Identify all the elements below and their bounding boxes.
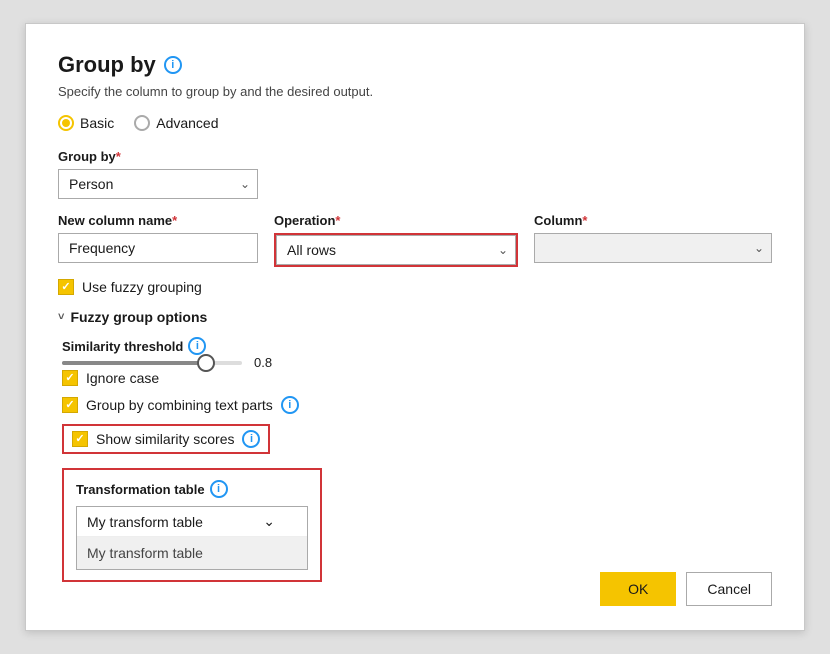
groupby-select-wrapper: Person ⌄: [58, 169, 258, 199]
show-similarity-label: Show similarity scores: [96, 431, 234, 447]
fuzzy-options-label: Fuzzy group options: [70, 309, 207, 325]
three-col-row: New column name* Operation* All rows ⌄ C…: [58, 213, 772, 267]
fuzzy-checkmark-icon: ✓: [61, 282, 70, 293]
ignore-case-checkbox[interactable]: ✓: [62, 370, 78, 386]
operation-section: Operation* All rows ⌄: [274, 213, 518, 267]
new-column-label: New column name*: [58, 213, 258, 228]
operation-highlight-border: All rows ⌄: [274, 233, 518, 267]
transformation-table-section: Transformation table i My transform tabl…: [62, 468, 322, 582]
show-similarity-checkmark-icon: ✓: [75, 434, 84, 445]
ignore-case-row: ✓ Ignore case: [62, 370, 772, 386]
group-combining-info-icon[interactable]: i: [281, 396, 299, 414]
transform-selected-value: My transform table: [87, 514, 203, 530]
radio-basic-text: Basic: [80, 115, 114, 131]
radio-advanced-label[interactable]: Advanced: [134, 115, 218, 131]
dialog-subtitle: Specify the column to group by and the d…: [58, 84, 772, 99]
transform-dropdown-selected[interactable]: My transform table ⌄: [77, 507, 307, 536]
groupby-select[interactable]: Person: [58, 169, 258, 199]
group-by-dialog: Group by i Specify the column to group b…: [25, 23, 805, 631]
similarity-threshold-label: Similarity threshold i: [62, 337, 772, 355]
new-column-input[interactable]: [58, 233, 258, 263]
column-select[interactable]: [534, 233, 772, 263]
group-combining-row: ✓ Group by combining text parts i: [62, 396, 772, 414]
transform-dropdown-options: My transform table: [77, 536, 307, 569]
group-combining-checkmark-icon: ✓: [65, 400, 74, 411]
column-label: Column*: [534, 213, 772, 228]
radio-basic-input[interactable]: [58, 115, 74, 131]
transformation-table-label: Transformation table i: [76, 480, 308, 498]
slider-thumb[interactable]: [197, 354, 215, 372]
group-combining-label: Group by combining text parts: [86, 397, 273, 413]
slider-container: 0.8: [62, 355, 772, 370]
transform-option-item[interactable]: My transform table: [77, 537, 307, 569]
show-similarity-highlight-border: ✓ Show similarity scores i: [62, 424, 270, 454]
title-info-icon[interactable]: i: [164, 56, 182, 74]
new-column-section: New column name*: [58, 213, 258, 263]
similarity-info-icon[interactable]: i: [188, 337, 206, 355]
slider-value: 0.8: [254, 355, 272, 370]
show-similarity-info-icon[interactable]: i: [242, 430, 260, 448]
fuzzy-options-chevron-icon: ˅: [58, 311, 64, 323]
fuzzy-options-toggle[interactable]: ˅ Fuzzy group options: [58, 309, 772, 325]
operation-label: Operation*: [274, 213, 518, 228]
fuzzy-options-content: Similarity threshold i 0.8 ✓ Ignore case…: [58, 337, 772, 582]
dialog-footer: OK Cancel: [600, 572, 772, 606]
dialog-title: Group by: [58, 52, 156, 78]
operation-select-wrapper: All rows ⌄: [276, 235, 516, 265]
slider-track[interactable]: [62, 361, 242, 365]
ignore-case-label: Ignore case: [86, 370, 159, 386]
fuzzy-grouping-label: Use fuzzy grouping: [82, 279, 202, 295]
mode-radio-group: Basic Advanced: [58, 115, 772, 131]
operation-select[interactable]: All rows: [276, 235, 516, 265]
radio-basic-label[interactable]: Basic: [58, 115, 114, 131]
fuzzy-grouping-checkbox[interactable]: ✓: [58, 279, 74, 295]
slider-fill: [62, 361, 206, 365]
radio-advanced-input[interactable]: [134, 115, 150, 131]
transform-chevron-icon: ⌄: [263, 513, 275, 530]
fuzzy-grouping-row: ✓ Use fuzzy grouping: [58, 279, 772, 295]
column-section: Column* ⌄: [534, 213, 772, 263]
column-select-wrapper: ⌄: [534, 233, 772, 263]
show-similarity-checkbox[interactable]: ✓: [72, 431, 88, 447]
groupby-field-label: Group by*: [58, 149, 772, 164]
transform-info-icon[interactable]: i: [210, 480, 228, 498]
group-combining-checkbox[interactable]: ✓: [62, 397, 78, 413]
cancel-button[interactable]: Cancel: [686, 572, 772, 606]
ignore-case-checkmark-icon: ✓: [65, 373, 74, 384]
ok-button[interactable]: OK: [600, 572, 676, 606]
transform-dropdown: My transform table ⌄ My transform table: [76, 506, 308, 570]
radio-advanced-text: Advanced: [156, 115, 218, 131]
groupby-section: Group by* Person ⌄: [58, 149, 772, 199]
